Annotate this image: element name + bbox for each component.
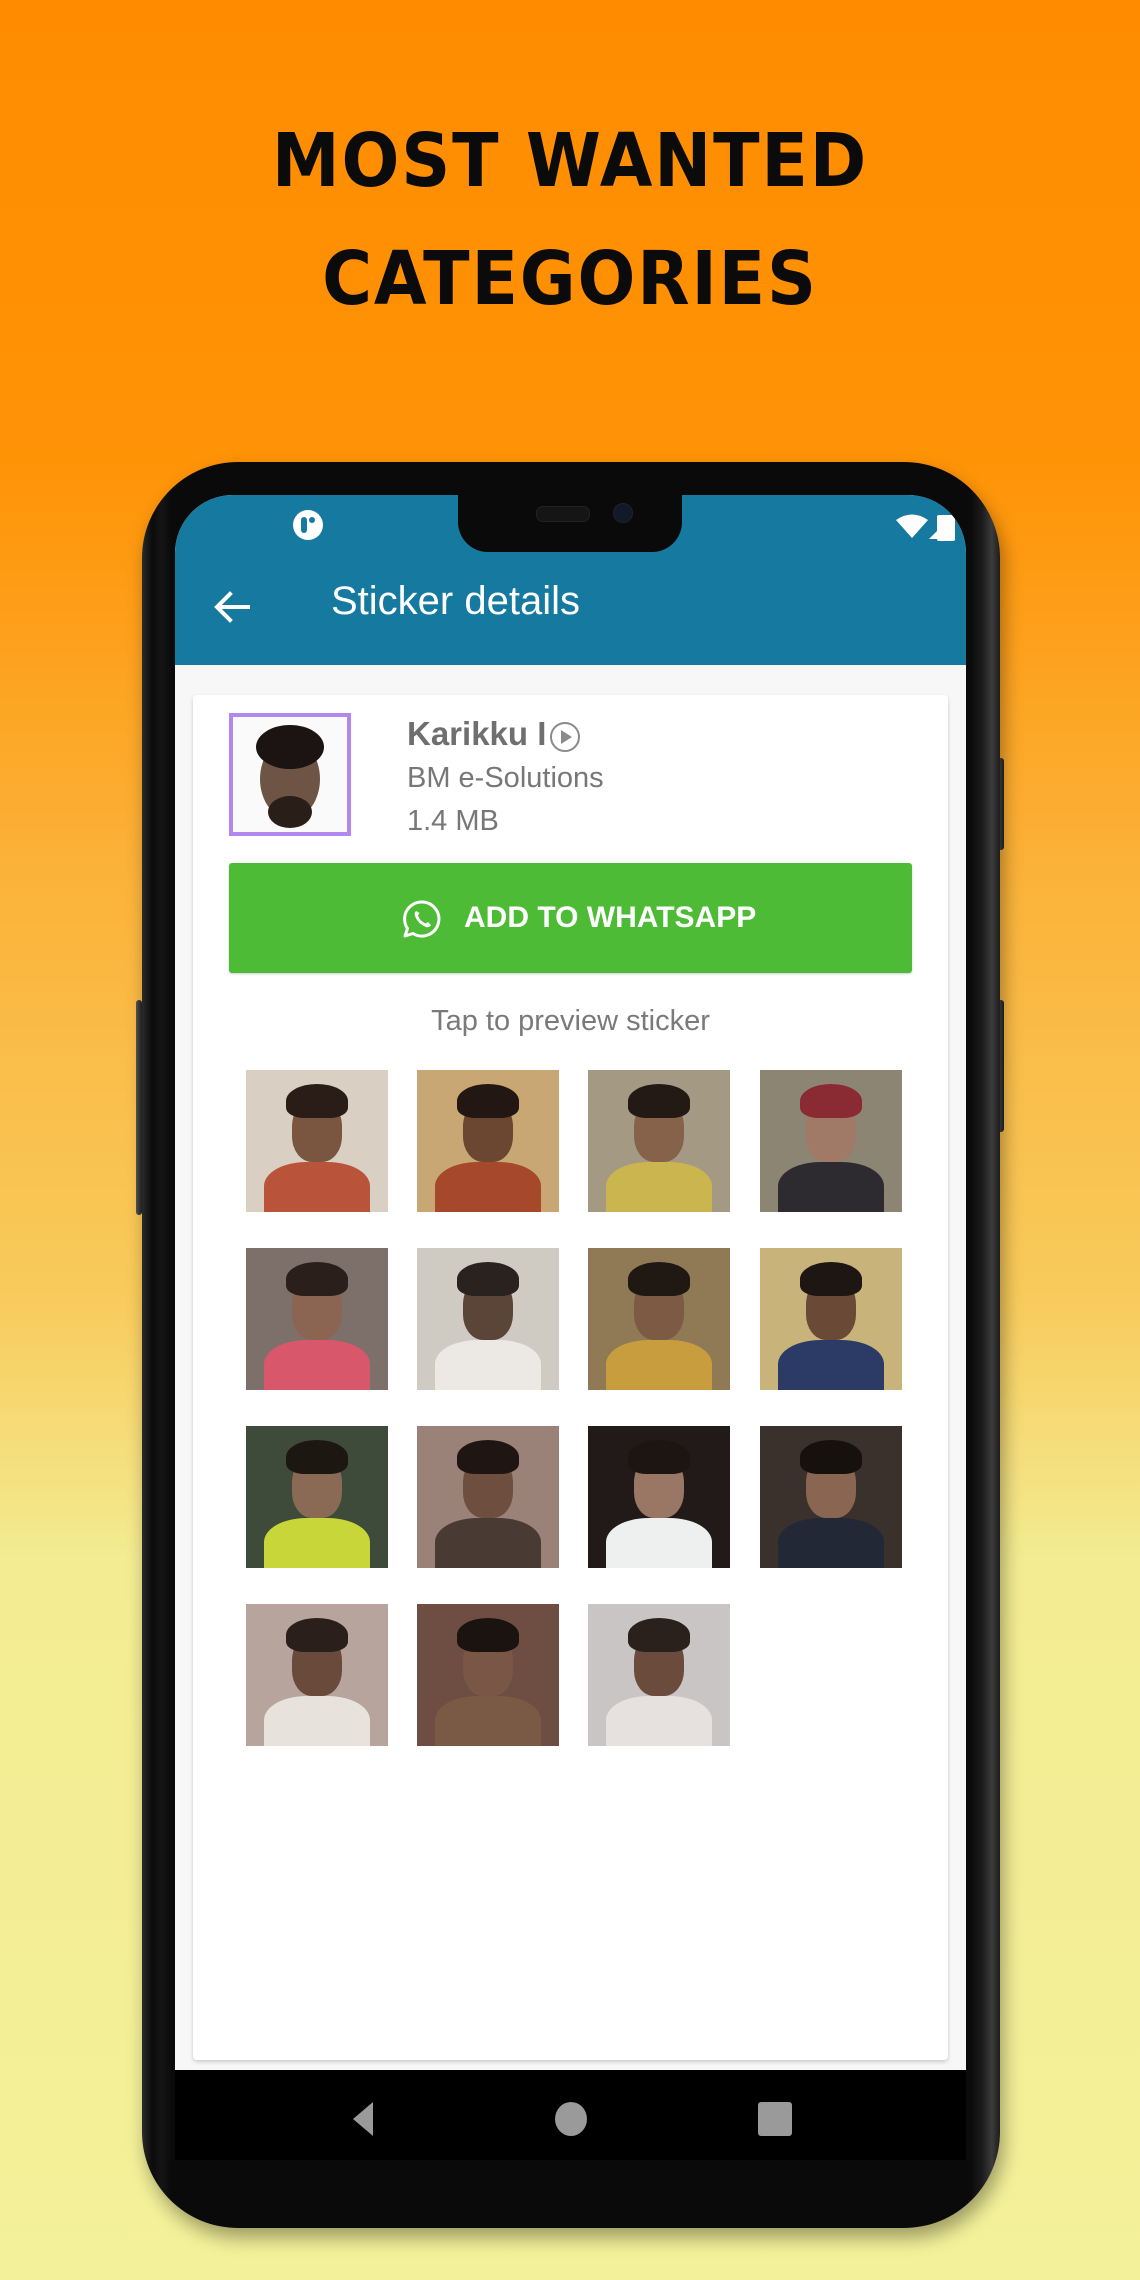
play-circle-icon[interactable] bbox=[549, 721, 581, 753]
sticker-thumbnail-12[interactable] bbox=[760, 1426, 902, 1568]
page-title: Sticker details bbox=[331, 579, 580, 623]
sticker-figure-body bbox=[264, 1696, 370, 1746]
sticker-thumbnail-9[interactable] bbox=[246, 1426, 388, 1568]
sticker-figure-body bbox=[264, 1162, 370, 1212]
sticker-figure-hair bbox=[286, 1440, 348, 1474]
sticker-figure-body bbox=[264, 1518, 370, 1568]
sticker-figure-body bbox=[606, 1340, 712, 1390]
sticker-pack-tray-image bbox=[229, 713, 351, 836]
earpiece-speaker bbox=[536, 506, 590, 522]
sticker-thumbnail-2[interactable] bbox=[417, 1070, 559, 1212]
sticker-figure-hair bbox=[457, 1440, 519, 1474]
arrow-left-icon[interactable] bbox=[210, 585, 254, 629]
sticker-pack-name: Karikku I bbox=[407, 715, 547, 752]
phone-screen: Sticker details Karikku I BM e-Solutions… bbox=[175, 495, 966, 2160]
sticker-thumbnail-8[interactable] bbox=[760, 1248, 902, 1390]
sticker-figure-hair bbox=[286, 1084, 348, 1118]
front-camera bbox=[613, 503, 633, 523]
sticker-figure-hair bbox=[628, 1618, 690, 1652]
sticker-thumbnail-11[interactable] bbox=[588, 1426, 730, 1568]
sticker-figure-hair bbox=[628, 1084, 690, 1118]
sticker-figure-body bbox=[606, 1696, 712, 1746]
sticker-thumbnail-15[interactable] bbox=[588, 1604, 730, 1746]
tray-face-image bbox=[233, 717, 347, 832]
nav-recents-button[interactable] bbox=[758, 2102, 792, 2136]
sticker-figure-body bbox=[606, 1518, 712, 1568]
app-notification-icon bbox=[293, 510, 323, 540]
sticker-thumbnail-4[interactable] bbox=[760, 1070, 902, 1212]
sticker-figure-body bbox=[606, 1162, 712, 1212]
sticker-figure-hair bbox=[286, 1618, 348, 1652]
nav-home-button[interactable] bbox=[555, 2102, 587, 2136]
sticker-figure-body bbox=[435, 1518, 541, 1568]
sticker-figure-hair bbox=[800, 1084, 862, 1118]
wifi-icon bbox=[896, 514, 928, 538]
whatsapp-icon bbox=[403, 900, 441, 938]
sticker-figure-body bbox=[435, 1162, 541, 1212]
add-to-whatsapp-button[interactable]: ADD TO WHATSAPP bbox=[229, 863, 912, 973]
sticker-figure-body bbox=[778, 1340, 884, 1390]
sticker-pack-size: 1.4 MB bbox=[407, 805, 499, 837]
sticker-figure-hair bbox=[457, 1262, 519, 1296]
sticker-thumbnail-14[interactable] bbox=[417, 1604, 559, 1746]
sticker-thumbnail-13[interactable] bbox=[246, 1604, 388, 1746]
sticker-thumbnail-10[interactable] bbox=[417, 1426, 559, 1568]
sticker-figure-hair bbox=[800, 1262, 862, 1296]
app-bar: Sticker details bbox=[175, 495, 966, 665]
sticker-figure-body bbox=[778, 1518, 884, 1568]
sticker-thumbnail-3[interactable] bbox=[588, 1070, 730, 1212]
battery-icon bbox=[937, 515, 955, 541]
sticker-figure-body bbox=[778, 1162, 884, 1212]
sticker-pack-publisher: BM e-Solutions bbox=[407, 762, 604, 794]
sticker-figure-hair bbox=[286, 1262, 348, 1296]
sticker-figure-hair bbox=[800, 1440, 862, 1474]
nav-back-button[interactable] bbox=[353, 2102, 373, 2136]
sticker-figure-body bbox=[435, 1340, 541, 1390]
sticker-figure-body bbox=[264, 1340, 370, 1390]
promo-headline-line2: CATEGORIES bbox=[322, 236, 818, 322]
promo-headline-line1: MOST WANTED bbox=[271, 118, 869, 204]
display-notch bbox=[458, 495, 682, 552]
sticker-thumbnail-5[interactable] bbox=[246, 1248, 388, 1390]
system-nav-bar bbox=[175, 2070, 966, 2160]
sticker-figure-body bbox=[435, 1696, 541, 1746]
sticker-figure-hair bbox=[457, 1618, 519, 1652]
sticker-pack-card: Karikku I BM e-Solutions 1.4 MB ADD TO W… bbox=[193, 695, 948, 2060]
add-to-whatsapp-label: ADD TO WHATSAPP bbox=[464, 901, 757, 934]
sticker-figure-hair bbox=[628, 1262, 690, 1296]
sticker-figure-hair bbox=[457, 1084, 519, 1118]
preview-hint-text: Tap to preview sticker bbox=[431, 1005, 710, 1037]
sticker-thumbnail-1[interactable] bbox=[246, 1070, 388, 1212]
sticker-figure-hair bbox=[628, 1440, 690, 1474]
sticker-thumbnail-6[interactable] bbox=[417, 1248, 559, 1390]
sticker-thumbnail-7[interactable] bbox=[588, 1248, 730, 1390]
